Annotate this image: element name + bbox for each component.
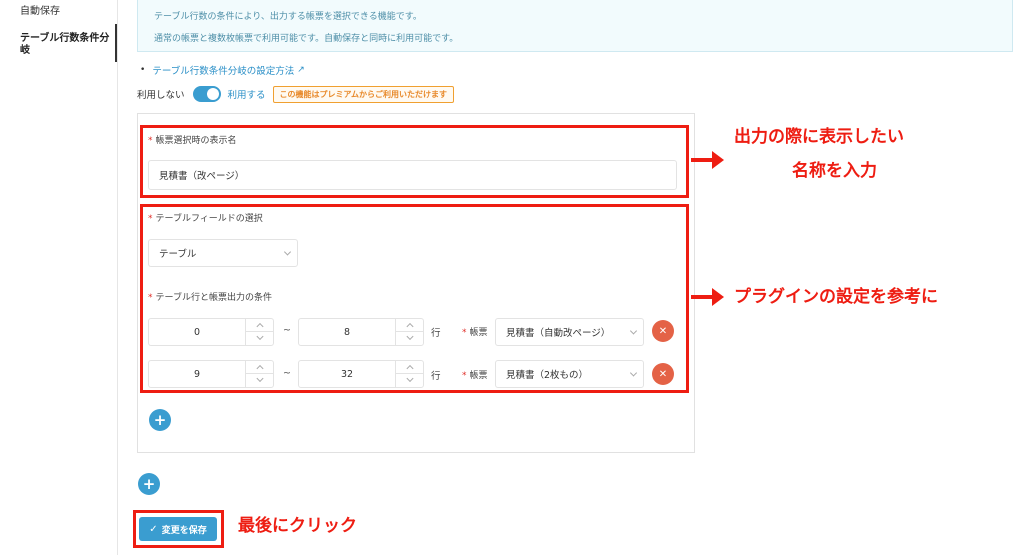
info-text-2: 通常の帳票と複数枚帳票で利用可能です。自動保存と同時に利用可能です。 bbox=[154, 34, 459, 44]
plus-icon: + bbox=[142, 474, 156, 493]
usage-toggle-row: 利用しない 利用する この機能はプレミアムからご利用いただけます bbox=[137, 84, 454, 104]
premium-badge: この機能はプレミアムからご利用いただけます bbox=[272, 85, 454, 103]
annotation-text-3: 最後にクリック bbox=[238, 516, 357, 536]
help-link-row: • テーブル行数条件分岐の設定方法 ↗ bbox=[140, 63, 305, 77]
bullet: • bbox=[140, 65, 146, 75]
annotation-text-1b: 名称を入力 bbox=[792, 161, 877, 181]
sidebar: 自動保存 テーブル行数条件分岐 bbox=[0, 0, 117, 555]
info-box: テーブル行数の条件により、出力する帳票を選択できる機能です。 通常の帳票と複数枚… bbox=[137, 0, 1013, 52]
annotation-arrow-1 bbox=[691, 151, 724, 169]
annotation-arrow-2 bbox=[691, 288, 724, 306]
toggle-off-label: 利用しない bbox=[137, 90, 185, 101]
sidebar-item-table-row-branch[interactable]: テーブル行数条件分岐 bbox=[20, 33, 112, 57]
annotation-box-display-name bbox=[140, 125, 689, 198]
info-text-1: テーブル行数の条件により、出力する帳票を選択できる機能です。 bbox=[154, 12, 422, 22]
plus-icon: + bbox=[153, 410, 167, 429]
sidebar-item-autosave[interactable]: 自動保存 bbox=[20, 6, 60, 18]
divider bbox=[117, 0, 118, 555]
annotation-box-save bbox=[133, 510, 224, 548]
usage-toggle-switch[interactable] bbox=[192, 86, 221, 102]
annotation-text-2: プラグインの設定を参考に bbox=[734, 287, 938, 307]
add-row-button[interactable]: + bbox=[149, 409, 171, 431]
annotation-box-conditions bbox=[140, 204, 689, 393]
add-condition-button[interactable]: + bbox=[138, 473, 160, 495]
toggle-on-label: 利用する bbox=[227, 90, 266, 101]
annotation-text-1a: 出力の際に表示したい bbox=[734, 127, 904, 147]
help-link[interactable]: テーブル行数条件分岐の設定方法 bbox=[152, 63, 294, 77]
external-link-icon[interactable]: ↗ bbox=[297, 65, 305, 75]
